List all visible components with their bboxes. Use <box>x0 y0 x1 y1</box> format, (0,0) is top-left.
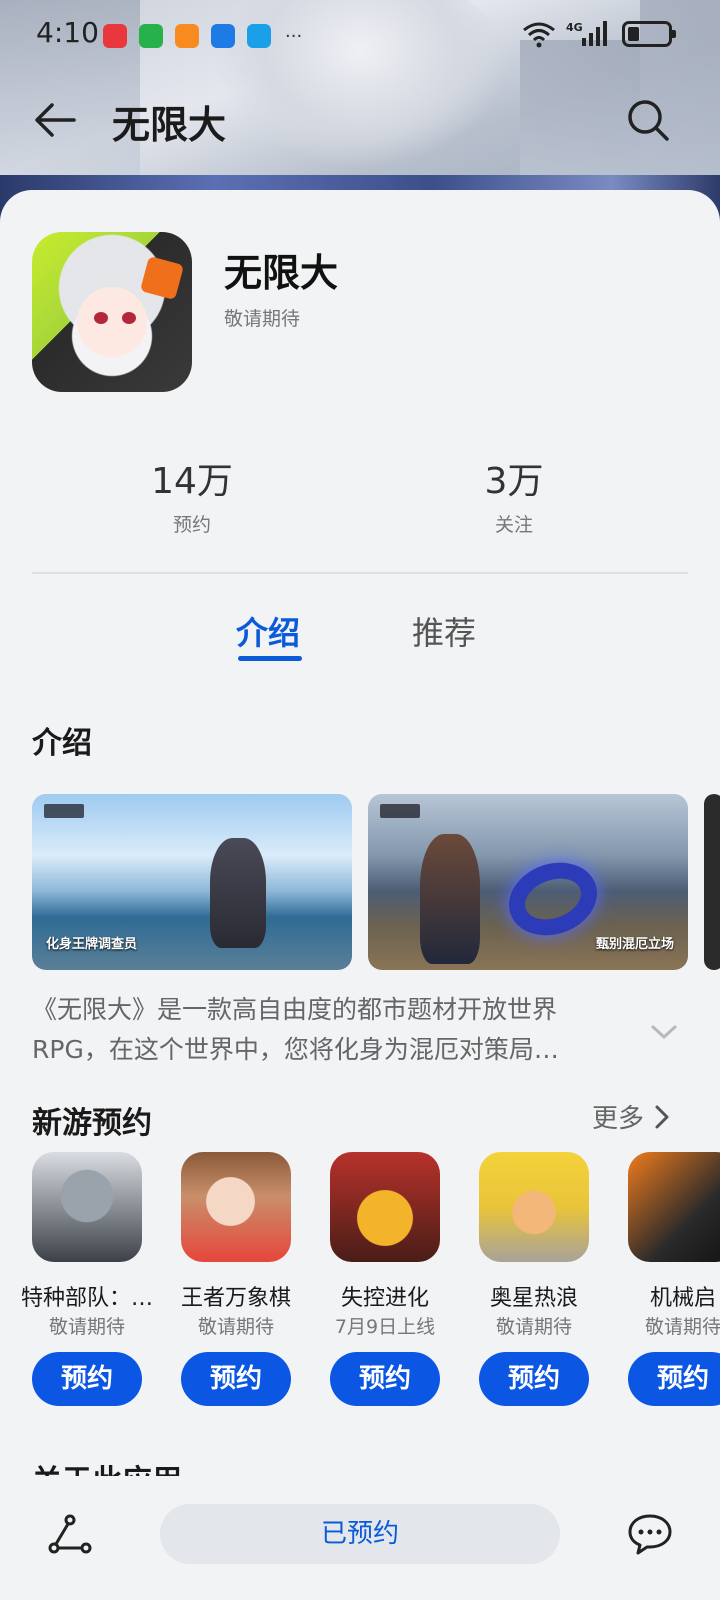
reserved-button[interactable]: 已预约 <box>160 1504 560 1564</box>
stat-label: 关注 <box>494 514 533 536</box>
app-description: 《无限大》是一款高自由度的都市题材开放世界 RPG，在这个世界中，您将化身为混厄… <box>32 990 632 1070</box>
screenshot-caption: 化身王牌调查员 <box>46 937 138 952</box>
description-line: 《无限大》是一款高自由度的都市题材开放世界 <box>32 995 558 1024</box>
share-icon[interactable] <box>46 1510 94 1558</box>
wifi-icon <box>523 22 555 48</box>
app-detail-card: 无限大 敬请期待 14万 预约 3万 关注 介绍 推荐 介绍 化身王牌调查员 甄… <box>0 190 720 1600</box>
chevron-down-icon[interactable] <box>650 1022 678 1042</box>
weather-icon <box>211 24 235 48</box>
game-status: 敬请期待 <box>495 1316 572 1338</box>
bottom-action-bar: 已预约 <box>0 1490 720 1600</box>
screenshot-3[interactable] <box>704 794 720 970</box>
game-icon <box>628 1152 720 1262</box>
reserve-button[interactable]: 预约 <box>181 1352 291 1406</box>
reserve-button[interactable]: 预约 <box>32 1352 142 1406</box>
app-icon <box>32 232 192 392</box>
game-name: 王者万象棋 <box>180 1286 291 1311</box>
notification-icons: ··· <box>103 24 302 48</box>
stat-label: 预约 <box>172 514 211 536</box>
game-status: 敬请期待 <box>197 1316 274 1338</box>
signal-icon: 4G <box>566 21 607 46</box>
search-app-icon <box>247 24 271 48</box>
stat-value: 14万 <box>151 461 233 502</box>
game-name: 失控进化 <box>340 1286 429 1311</box>
active-tab-indicator <box>238 656 302 661</box>
network-type-label: 4G <box>566 21 583 34</box>
more-label: 更多 <box>591 1104 644 1134</box>
game-icon <box>330 1152 440 1262</box>
reserve-button[interactable]: 预约 <box>479 1352 589 1406</box>
more-link[interactable]: 更多 <box>592 1098 670 1135</box>
game-icon <box>479 1152 589 1262</box>
reserve-button[interactable]: 预约 <box>330 1352 440 1406</box>
top-nav-bar: 无限大 <box>0 80 720 160</box>
chevron-right-icon <box>655 1105 669 1128</box>
tab-recommend[interactable]: 推荐 <box>412 608 476 654</box>
battery-icon <box>622 21 676 47</box>
game-status: 敬请期待 <box>644 1316 720 1338</box>
game-name: 机械启 <box>649 1286 716 1311</box>
game-name: 特种部队：… <box>20 1286 153 1311</box>
status-time: 4:10 <box>36 16 99 49</box>
search-icon[interactable] <box>624 96 672 144</box>
game-name: 奥星热浪 <box>489 1286 578 1311</box>
stat-value: 3万 <box>484 461 544 502</box>
game-logo <box>44 804 84 818</box>
screenshot-caption: 甄别混厄立场 <box>595 937 674 952</box>
screenshot-2[interactable]: 甄别混厄立场 <box>368 794 688 970</box>
new-games-section-title: 新游预约 <box>32 1106 152 1141</box>
tab-intro[interactable]: 介绍 <box>236 608 300 654</box>
game-status: 敬请期待 <box>48 1316 125 1338</box>
game-center-icon <box>139 24 163 48</box>
screenshot-1[interactable]: 化身王牌调查员 <box>32 794 352 970</box>
game-logo <box>380 804 420 818</box>
stat-followers: 3万 关注 <box>414 452 614 537</box>
huawei-mall-icon <box>103 24 127 48</box>
game-icon <box>32 1152 142 1262</box>
intro-section-title: 介绍 <box>32 726 92 761</box>
game-status: 7月9日上线 <box>334 1316 436 1338</box>
divider <box>32 572 688 574</box>
reserve-button[interactable]: 预约 <box>628 1352 720 1406</box>
app-status: 敬请期待 <box>224 308 301 330</box>
page-title: 无限大 <box>112 103 227 147</box>
description-line: RPG，在这个世界中，您将化身为混厄对策局… <box>32 1035 559 1064</box>
chat-icon[interactable] <box>626 1510 674 1558</box>
energy-ring <box>498 850 608 948</box>
app-name: 无限大 <box>224 251 339 295</box>
back-arrow-icon[interactable] <box>30 96 78 144</box>
more-notifications-icon: ··· <box>285 25 303 47</box>
status-bar: 4:10 ··· 4G <box>0 0 720 70</box>
stat-reservations: 14万 预约 <box>92 452 292 537</box>
game-icon <box>181 1152 291 1262</box>
about-section-title: 关于此应用 <box>32 1456 182 1476</box>
video-player-icon <box>175 24 199 48</box>
